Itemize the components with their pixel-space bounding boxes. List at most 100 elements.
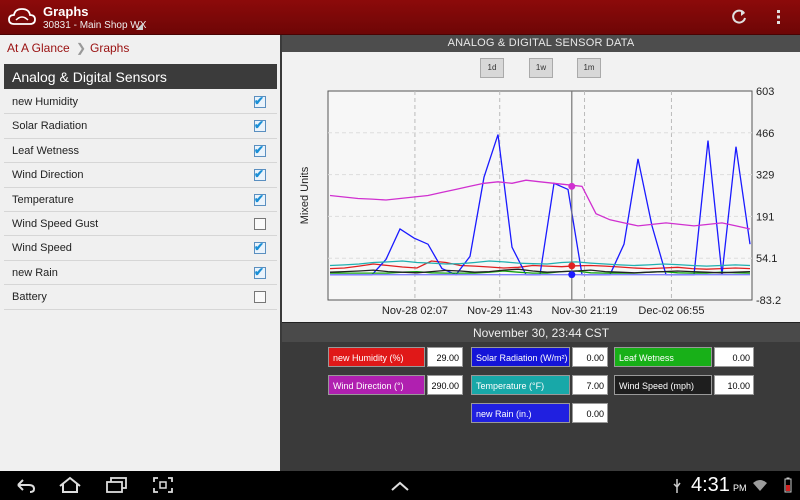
checkmark-icon: ✔ <box>254 240 265 255</box>
legend-series-name: new Humidity (%) <box>328 347 425 367</box>
sensor-checkbox[interactable] <box>254 217 266 230</box>
sensor-label: Solar Radiation <box>12 120 88 133</box>
sensor-checkbox[interactable]: ✔ <box>254 118 266 133</box>
checkmark-icon: ✔ <box>254 264 265 279</box>
x-tick-label: Dec-02 06:55 <box>638 305 704 317</box>
sensor-row[interactable]: Battery <box>4 285 277 310</box>
sensor-checkbox[interactable]: ✔ <box>254 142 266 157</box>
sensor-row[interactable]: Wind Direction ✔ <box>4 163 277 188</box>
navigation-bar: 4:31 PM <box>0 471 800 500</box>
sensor-row[interactable]: Wind Speed ✔ <box>4 236 277 261</box>
action-bar: Graphs 30831 - Main Shop WX <box>0 0 800 35</box>
legend-series-name: Solar Radiation (W/m²) <box>471 347 570 367</box>
sensor-checkbox[interactable]: ✔ <box>254 264 266 279</box>
chart-title: ANALOG & DIGITAL SENSOR DATA <box>282 35 800 52</box>
back-icon[interactable] <box>14 476 36 494</box>
legend-series-value: 290.00 <box>427 375 463 395</box>
legend-readout: new Rain (in.) 0.00 <box>471 403 608 423</box>
y-axis-label: Mixed Units <box>299 166 311 224</box>
range-button-1d[interactable]: 1d <box>480 58 504 78</box>
legend-readouts: new Humidity (%) 29.00 Solar Radiation (W/… <box>282 342 800 471</box>
legend-readout: new Humidity (%) 29.00 <box>328 347 463 367</box>
cursor-marker-wind-direction <box>568 182 576 190</box>
sensor-label: new Humidity <box>12 96 79 108</box>
status-clock: 4:31 <box>691 474 730 496</box>
breadcrumb-separator-icon: ❯ <box>76 41 87 55</box>
sensor-checkbox[interactable] <box>254 291 266 304</box>
sensor-label: Wind Direction <box>12 169 84 182</box>
range-button-1w[interactable]: 1w <box>529 58 553 78</box>
sensor-row[interactable]: Temperature ✔ <box>4 188 277 212</box>
legend-series-name: Wind Speed (mph) <box>614 375 712 395</box>
chart-panel: ANALOG & DIGITAL SENSOR DATA Nov-28 02:0… <box>282 35 800 471</box>
cloud-icon[interactable] <box>8 7 36 27</box>
legend-series-name: new Rain (in.) <box>471 403 570 423</box>
y-tick-label: 603 <box>756 86 774 98</box>
sensor-row[interactable]: Solar Radiation ✔ <box>4 114 277 139</box>
sensor-row[interactable]: Leaf Wetness ✔ <box>4 139 277 164</box>
breadcrumb-at-a-glance[interactable]: At A Glance <box>7 41 70 55</box>
sensor-label: Battery <box>12 291 47 304</box>
dropdown-corner-icon <box>136 23 143 30</box>
home-icon[interactable] <box>58 476 82 494</box>
station-selector[interactable]: 30831 - Main Shop WX <box>43 20 146 31</box>
app-title: Graphs <box>43 4 89 19</box>
chart-area[interactable]: Nov-28 02:07 Nov-29 11:43 Nov-30 21:19 Dec-… <box>282 52 800 322</box>
legend-series-name: Leaf Wetness <box>614 347 712 367</box>
x-tick-label: Nov-30 21:19 <box>551 305 617 317</box>
legend-series-value: 0.00 <box>572 347 608 367</box>
sensor-list: new Humidity ✔ Solar Radiation ✔ Leaf Wetnes… <box>4 90 277 310</box>
sensor-list-header: Analog & Digital Sensors <box>4 64 277 89</box>
checkmark-icon: ✔ <box>254 167 265 182</box>
legend-readout: Wind Speed (mph) 10.00 <box>614 375 754 395</box>
x-tick-label: Nov-28 02:07 <box>382 305 448 317</box>
checkmark-icon: ✔ <box>254 191 265 206</box>
y-tick-label: 54.1 <box>756 253 777 265</box>
sensor-label: new Rain <box>12 266 58 279</box>
y-tick-label: -83.2 <box>756 295 781 307</box>
sensor-label: Temperature <box>12 193 74 206</box>
checkmark-icon: ✔ <box>254 142 265 157</box>
sensor-panel: At A Glance ❯ Graphs Analog & Digital Se… <box>0 35 280 471</box>
legend-series-value: 10.00 <box>714 375 754 395</box>
cursor-marker-solar <box>568 271 576 279</box>
legend-series-value: 7.00 <box>572 375 608 395</box>
y-tick-label: 191 <box>756 211 774 223</box>
sensor-checkbox[interactable]: ✔ <box>254 167 266 182</box>
breadcrumb-graphs[interactable]: Graphs <box>90 41 129 55</box>
sensor-label: Wind Speed Gust <box>12 217 99 230</box>
x-tick-label: Nov-29 11:43 <box>467 305 532 317</box>
refresh-icon[interactable] <box>730 8 748 26</box>
legend-series-value: 29.00 <box>427 347 463 367</box>
legend-readout: Leaf Wetness 0.00 <box>614 347 754 367</box>
overflow-menu-icon[interactable] <box>776 9 782 25</box>
sensor-checkbox[interactable]: ✔ <box>254 94 266 108</box>
selected-time: November 30, 23:44 CST <box>282 322 800 342</box>
checkmark-icon: ✔ <box>254 94 265 108</box>
wifi-icon <box>753 480 767 491</box>
legend-series-value: 0.00 <box>572 403 608 423</box>
status-ampm: PM <box>733 483 747 493</box>
recent-apps-icon[interactable] <box>105 476 129 494</box>
checkmark-icon: ✔ <box>254 118 265 133</box>
legend-readout: Solar Radiation (W/m²) 0.00 <box>471 347 608 367</box>
legend-readout: Temperature (°F) 7.00 <box>471 375 608 395</box>
chevron-up-icon[interactable] <box>390 480 410 492</box>
breadcrumb: At A Glance ❯ Graphs <box>0 35 280 61</box>
y-tick-label: 466 <box>756 128 774 140</box>
legend-series-name: Temperature (°F) <box>471 375 570 395</box>
cursor-marker-humidity <box>568 262 576 270</box>
legend-series-value: 0.00 <box>714 347 754 367</box>
sensor-row[interactable]: new Rain ✔ <box>4 261 277 286</box>
screenshot-icon[interactable] <box>152 476 174 494</box>
legend-series-name: Wind Direction (°) <box>328 375 425 395</box>
sensor-chart[interactable]: Nov-28 02:07 Nov-29 11:43 Nov-30 21:19 Dec-… <box>282 52 800 322</box>
usb-icon <box>673 479 681 493</box>
sensor-checkbox[interactable]: ✔ <box>254 191 266 206</box>
sensor-checkbox[interactable]: ✔ <box>254 240 266 255</box>
legend-readout: Wind Direction (°) 290.00 <box>328 375 463 395</box>
sensor-row[interactable]: new Humidity ✔ <box>4 90 277 115</box>
y-tick-label: 329 <box>756 170 774 182</box>
sensor-row[interactable]: Wind Speed Gust <box>4 212 277 237</box>
range-button-1m[interactable]: 1m <box>577 58 601 78</box>
